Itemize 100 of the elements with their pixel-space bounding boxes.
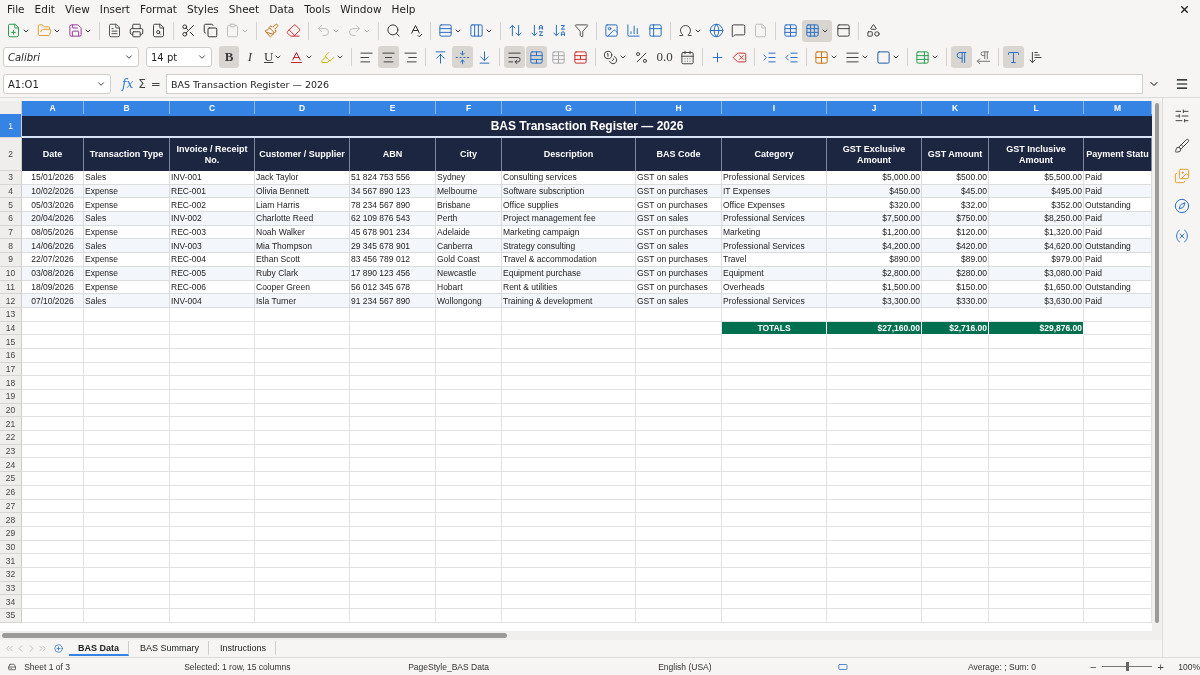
column-header[interactable]: C <box>170 101 255 114</box>
sum-button[interactable]: Σ <box>138 77 146 91</box>
empty-cell <box>922 472 989 486</box>
menu-item[interactable]: Format <box>134 3 182 15</box>
column-header[interactable]: L <box>989 101 1084 114</box>
printer-icon <box>129 23 144 38</box>
row-header[interactable]: 22 <box>0 431 22 445</box>
menu-icon[interactable] <box>1175 77 1189 91</box>
table-cell: Training & development <box>502 294 636 308</box>
table-cell: Jack Taylor <box>255 171 350 185</box>
row-header[interactable]: 5 <box>0 198 22 213</box>
zoom-thumb[interactable] <box>1126 662 1129 671</box>
font-size-field[interactable]: 14 pt <box>146 47 212 67</box>
table-cell: Paid <box>1084 212 1152 226</box>
name-box[interactable]: A1:O1 <box>3 74 111 94</box>
zoom-out-button[interactable]: − <box>1088 660 1099 673</box>
row-header[interactable]: 12 <box>0 294 22 308</box>
format-button[interactable]: I <box>240 46 260 68</box>
pivot-table-icon <box>648 23 663 38</box>
row-header[interactable]: 19 <box>0 390 22 404</box>
caret-icon <box>124 52 134 62</box>
empty-cell <box>922 485 989 500</box>
menu-item[interactable]: Styles <box>182 3 224 15</box>
column-header[interactable]: A <box>22 101 84 114</box>
column-header[interactable]: I <box>722 101 827 114</box>
table-cell: 14/06/2026 <box>22 239 84 254</box>
function-wizard-button[interactable]: fx <box>122 77 134 91</box>
menu-item[interactable]: View <box>59 3 95 15</box>
sheet-tab[interactable]: BAS Data <box>69 641 129 656</box>
format-button[interactable]: 0.0 <box>653 46 676 68</box>
column-header[interactable]: K <box>922 101 989 114</box>
empty-cell <box>436 526 502 541</box>
column-header[interactable]: E <box>350 101 436 114</box>
table-cell: Professional Services <box>722 212 827 226</box>
column-header[interactable]: F <box>436 101 502 114</box>
format-button[interactable]: B <box>219 46 239 68</box>
empty-cell <box>922 499 989 514</box>
sheet-tab[interactable]: BAS Summary <box>131 641 210 656</box>
formula-button[interactable]: = <box>150 77 161 91</box>
menu-item[interactable]: Tools <box>299 3 336 15</box>
empty-cell <box>436 403 502 418</box>
row-header[interactable]: 35 <box>0 609 22 623</box>
align-middle-button[interactable] <box>452 46 474 68</box>
border-color-icon <box>875 49 891 65</box>
menu-item[interactable]: File <box>2 3 30 15</box>
scrollbar-thumb[interactable] <box>2 633 507 638</box>
font-name-field[interactable]: Calibri <box>3 47 139 67</box>
freeze-rows-button[interactable] <box>802 19 832 42</box>
row-header[interactable]: 2 <box>0 138 22 171</box>
table-cell: $330.00 <box>922 294 989 308</box>
column-header[interactable]: M <box>1084 101 1152 114</box>
empty-cell <box>436 513 502 527</box>
formula-input[interactable]: BAS Transaction Register — 2026 <box>165 74 1143 94</box>
freeze-rows-icon <box>805 23 820 38</box>
column-header[interactable]: G <box>502 101 636 114</box>
table-cell: $3,300.00 <box>827 294 922 308</box>
row-header[interactable]: 9 <box>0 253 22 267</box>
menu-item[interactable]: Window <box>335 3 387 15</box>
column-header[interactable]: D <box>255 101 350 114</box>
row-header[interactable]: 31 <box>0 554 22 568</box>
row-header[interactable]: 8 <box>0 239 22 254</box>
format-button[interactable]: U <box>261 46 286 68</box>
add-sheet-icon[interactable] <box>54 644 63 653</box>
column-header[interactable]: H <box>636 101 722 114</box>
menu-item[interactable]: Sheet <box>223 3 265 15</box>
row-header[interactable]: 34 <box>0 595 22 609</box>
row-header[interactable]: 18 <box>0 376 22 390</box>
close-icon[interactable] <box>1179 3 1190 15</box>
row-header[interactable]: 15 <box>0 335 22 349</box>
page-style: PageStyle_BAS Data <box>408 661 490 672</box>
table-cell: 51 824 753 556 <box>350 171 436 185</box>
table-cell: 91 234 567 890 <box>350 294 436 308</box>
merge-cells-button[interactable] <box>526 46 548 68</box>
text-direction-button[interactable] <box>1002 46 1024 68</box>
table-cell: INV-003 <box>170 239 255 254</box>
wrap-text-button[interactable] <box>504 46 526 68</box>
pilcrow-icon <box>953 49 969 65</box>
row-header[interactable]: 3 <box>0 171 22 185</box>
redo-icon <box>347 23 362 38</box>
align-center-button[interactable] <box>378 46 400 68</box>
column-heading: GST Amount <box>922 138 989 171</box>
menu-item[interactable]: Insert <box>94 3 135 15</box>
column-header[interactable]: J <box>827 101 922 114</box>
column-header[interactable]: B <box>84 101 170 114</box>
sheet-tab[interactable]: Instructions <box>211 641 277 656</box>
row-header[interactable]: 24 <box>0 458 22 473</box>
vertical-text-icon <box>1027 49 1043 65</box>
row-header[interactable]: 6 <box>0 212 22 226</box>
row-header[interactable]: 1 <box>0 114 22 138</box>
column-heading: Transaction Type <box>84 138 170 171</box>
menu-item[interactable]: Data <box>264 3 300 15</box>
row-header[interactable]: 28 <box>0 513 22 527</box>
zoom-in-button[interactable]: + <box>1155 660 1166 673</box>
scrollbar-thumb[interactable] <box>1155 103 1159 623</box>
menu-item[interactable]: Edit <box>29 3 60 15</box>
row-header[interactable]: 21 <box>0 417 22 432</box>
row-header[interactable]: 25 <box>0 472 22 486</box>
menu-item[interactable]: Help <box>386 3 421 15</box>
pilcrow-button[interactable] <box>950 46 972 68</box>
table-cell: REC-002 <box>170 198 255 213</box>
